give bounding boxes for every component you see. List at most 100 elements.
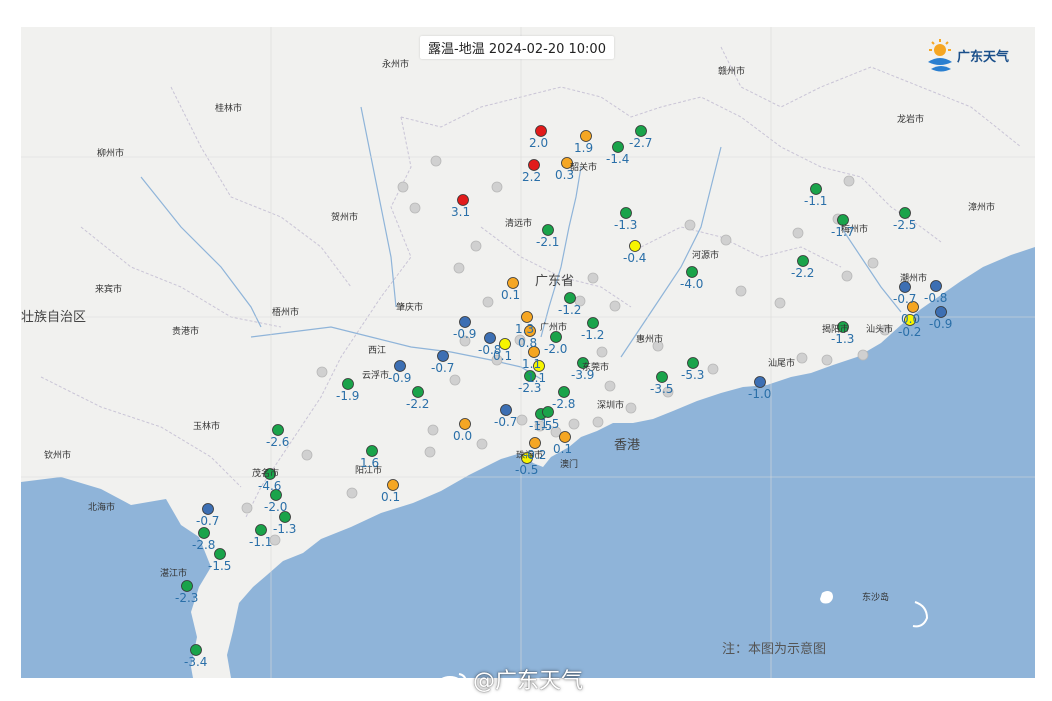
station-marker-nodata [843, 175, 855, 187]
station-marker-nodata [397, 181, 409, 193]
station-marker [564, 292, 576, 304]
station-value: -1.3 [273, 522, 297, 536]
station-value: -0.9 [453, 327, 477, 341]
station-marker-nodata [482, 296, 494, 308]
base-map [21, 27, 1035, 678]
region-label: 壮族自治区 [21, 310, 87, 325]
logo: 广东天气 [923, 38, 1023, 78]
station-value: -0.7 [494, 415, 518, 429]
island-label: 东沙岛 [862, 593, 890, 603]
station-marker-nodata [735, 285, 747, 297]
station-value: 2.0 [529, 136, 549, 150]
station-marker [550, 331, 562, 343]
station-marker [558, 386, 570, 398]
station-value: 0.1 [493, 349, 513, 363]
station-marker-nodata [707, 363, 719, 375]
station-value: -2.6 [266, 435, 290, 449]
station-value: -1.2 [558, 303, 582, 317]
station-value: -4.6 [258, 479, 282, 493]
city-label: 龙岩市 [897, 115, 925, 125]
station-value: 0.1 [553, 442, 573, 456]
city-label: 永州市 [382, 60, 410, 70]
station-value: -0.9 [388, 371, 412, 385]
station-marker [535, 125, 547, 137]
station-value: -2.0 [544, 342, 568, 356]
station-marker-nodata [424, 446, 436, 458]
station-marker [656, 371, 668, 383]
station-marker-nodata [491, 181, 503, 193]
station-marker-nodata [409, 202, 421, 214]
watermark: @广东天气 [437, 663, 583, 695]
station-marker [500, 404, 512, 416]
station-marker-nodata [867, 257, 879, 269]
city-label: 桂林市 [215, 104, 243, 114]
station-value: -1.9 [336, 389, 360, 403]
city-label: 潮州市 [900, 274, 928, 284]
station-marker [635, 125, 647, 137]
station-marker-nodata [241, 502, 253, 514]
station-marker-nodata [720, 234, 732, 246]
station-value: 2.2 [522, 170, 542, 184]
station-value: -4.0 [680, 277, 704, 291]
station-marker-nodata [430, 155, 442, 167]
city-label: 深圳市 [597, 401, 625, 411]
station-value: -0.7 [431, 361, 455, 375]
station-value: 0.1 [501, 288, 521, 302]
station-value: 0.1 [381, 490, 401, 504]
station-marker-nodata [684, 219, 696, 231]
city-label: 澳门 [560, 460, 579, 470]
station-value: -1.1 [804, 194, 828, 208]
station-marker-nodata [453, 262, 465, 274]
station-value: -0.9 [929, 317, 953, 331]
station-value: 1.6 [360, 456, 380, 470]
station-value: -2.8 [552, 397, 576, 411]
river-label: 西江 [368, 346, 387, 356]
station-marker [528, 159, 540, 171]
station-value: 3.1 [451, 205, 471, 219]
station-marker [797, 255, 809, 267]
station-marker-nodata [796, 352, 808, 364]
station-marker-nodata [857, 349, 869, 361]
station-marker-nodata [301, 449, 313, 461]
station-marker-nodata [516, 414, 528, 426]
weibo-icon [437, 673, 467, 694]
station-value: -2.1 [536, 235, 560, 249]
station-value: -2.3 [518, 381, 542, 395]
station-marker [629, 240, 641, 252]
station-marker [930, 280, 942, 292]
station-marker [529, 437, 541, 449]
station-marker-nodata [587, 272, 599, 284]
station-marker-nodata [592, 416, 604, 428]
city-label: 惠州市 [636, 335, 664, 345]
city-label: 赣州市 [718, 67, 746, 77]
map-title: 露温-地温 2024-02-20 10:00 [420, 36, 614, 59]
logo-text: 广东天气 [957, 50, 1010, 65]
region-label: 广东省 [535, 274, 575, 289]
station-value: 1.1 [522, 357, 542, 371]
station-value: 0.0 [453, 429, 473, 443]
station-marker-nodata [470, 240, 482, 252]
city-label: 湛江市 [160, 569, 188, 579]
city-label: 汕头市 [866, 325, 894, 335]
station-marker [437, 350, 449, 362]
station-marker-nodata [449, 374, 461, 386]
station-marker [214, 548, 226, 560]
station-value: -1.5 [536, 417, 560, 431]
station-value: -0.2 [523, 448, 547, 462]
station-marker-nodata [841, 270, 853, 282]
station-marker [190, 644, 202, 656]
station-marker-nodata [625, 402, 637, 414]
station-value: 1.3 [515, 322, 535, 336]
station-value: -3.5 [650, 382, 674, 396]
city-label: 柳州市 [97, 149, 125, 159]
station-marker [507, 277, 519, 289]
city-label: 云浮市 [362, 371, 390, 381]
station-marker [754, 376, 766, 388]
station-marker-nodata [774, 297, 786, 309]
city-label: 贺州市 [331, 213, 359, 223]
station-marker [342, 378, 354, 390]
station-value: -0.7 [196, 514, 220, 528]
station-value: -2.2 [791, 266, 815, 280]
station-marker [272, 424, 284, 436]
station-value: -5.3 [681, 368, 705, 382]
